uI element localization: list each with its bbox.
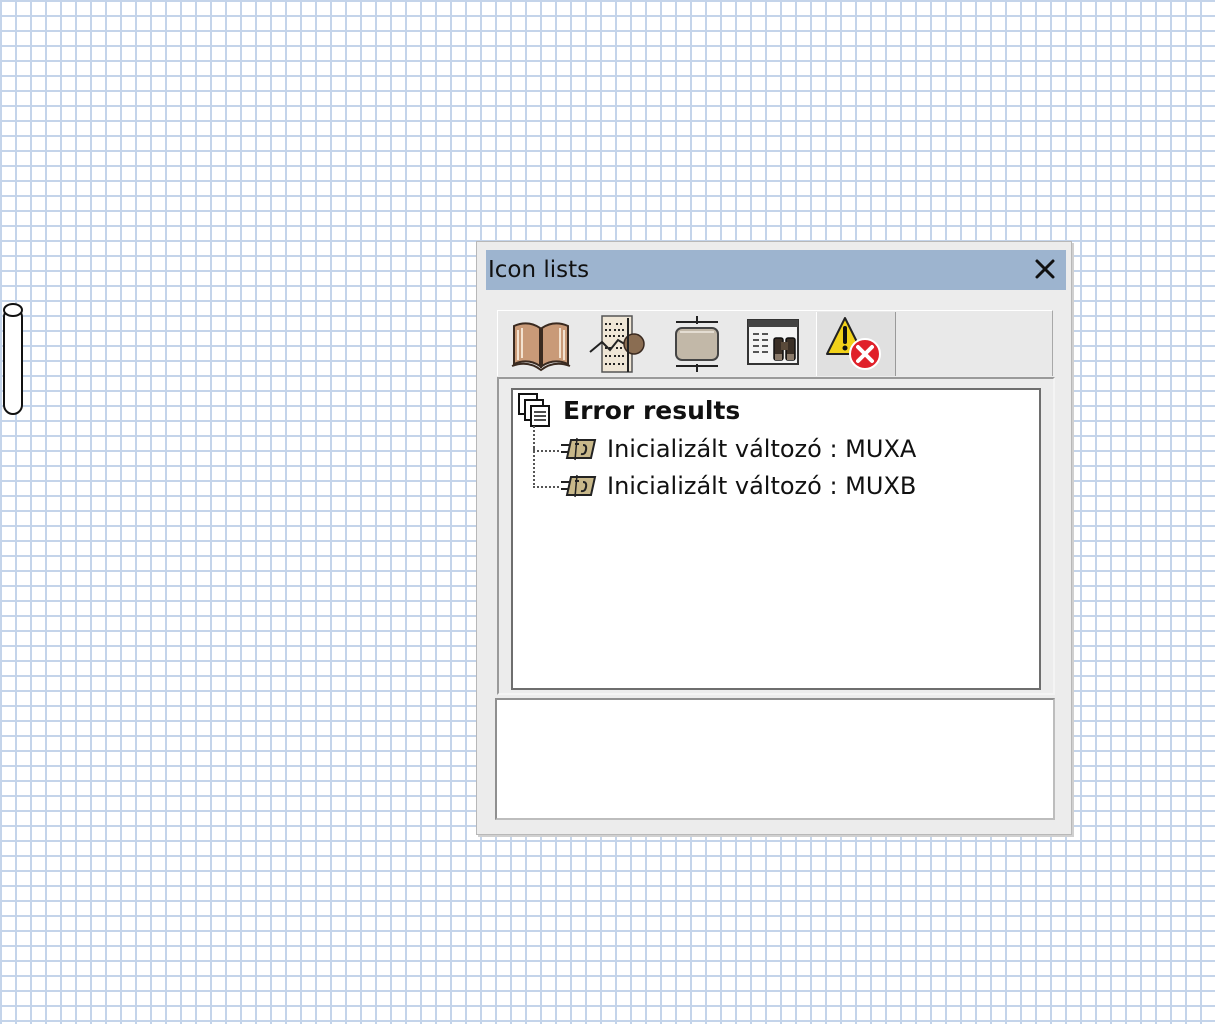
tree-item-muxa[interactable]: Inicializált változó : MUXA <box>561 432 916 466</box>
tool-button-error-results[interactable] <box>816 312 896 376</box>
tree-item-label: Inicializált változó : MUXA <box>607 435 917 463</box>
tree-item-muxb[interactable]: Inicializált változó : MUXB <box>561 469 916 503</box>
tool-button-book[interactable] <box>504 312 578 376</box>
book-icon <box>511 322 571 372</box>
documents-stack-icon <box>518 393 550 427</box>
tree-root-label: Error results <box>563 395 741 425</box>
tree-frame: Error results Inicializált változó : MUX… <box>497 377 1055 695</box>
tool-button-schematic[interactable] <box>582 312 656 376</box>
cylinder-shape[interactable] <box>3 300 23 417</box>
error-results-tree[interactable]: Error results Inicializált változó : MUX… <box>511 388 1041 690</box>
icon-toolbar <box>497 310 1053 376</box>
icon-lists-panel: Icon lists Error results Inicializált vá… <box>476 241 1072 835</box>
schematic-diagram-icon <box>589 315 645 373</box>
variable-tag-icon <box>561 437 597 461</box>
tool-button-component[interactable] <box>660 312 734 376</box>
close-icon[interactable] <box>1030 254 1060 284</box>
tree-root[interactable]: Error results <box>517 392 740 428</box>
variable-tag-icon <box>561 474 597 498</box>
search-browser-icon <box>747 319 799 365</box>
panel-titlebar[interactable]: Icon lists <box>486 250 1066 290</box>
details-box[interactable] <box>495 698 1055 820</box>
component-icon <box>675 316 719 372</box>
tree-item-label: Inicializált változó : MUXB <box>607 472 917 500</box>
tree-connector <box>533 448 559 488</box>
tool-button-search[interactable] <box>738 312 812 376</box>
panel-title: Icon lists <box>488 257 590 283</box>
warning-error-icon <box>826 317 881 370</box>
